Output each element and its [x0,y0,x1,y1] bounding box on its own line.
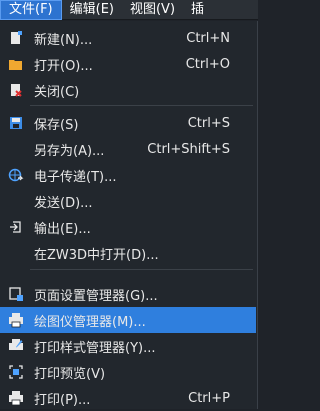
menu-item-plot-style-manager-label: 打印样式管理器(Y)... [34,340,156,356]
close-file-icon [11,84,22,97]
globe-icon [8,168,24,182]
menu-item-page-setup-label: 页面设置管理器(G)... [34,288,158,304]
menu-item-save[interactable]: 保存(S) Ctrl+S [0,110,256,136]
menu-bar: 文件(F) 编辑(E) 视图(V) 插 [0,0,258,20]
menu-item-send[interactable]: 发送(D)... [0,188,256,214]
menu-item-new-label: 新建(N)... [34,32,93,48]
menu-item-etransmit[interactable]: 电子传递(T)... [0,162,256,188]
menu-item-save-shortcut: Ctrl+S [187,115,230,131]
plot-style-icon [9,339,23,350]
separator [30,105,253,106]
plot-preview-icon [9,365,23,379]
menu-item-page-setup[interactable]: 页面设置管理器(G)... [0,281,256,307]
menu-item-open-in-zw3d[interactable]: 在ZW3D中打开(D)... [0,240,256,266]
printer-icon [9,391,23,406]
menu-item-plot-shortcut: Ctrl+P [188,390,230,406]
menu-item-export[interactable]: 输出(E)... [0,214,256,240]
menu-item-save-as-label: 另存为(A)... [34,143,105,159]
folder-icon [9,60,22,70]
menu-item-etransmit-label: 电子传递(T)... [34,169,117,185]
menu-item-save-as[interactable]: 另存为(A)... Ctrl+Shift+S [0,136,256,162]
page-setup-icon [9,287,23,301]
menu-file[interactable]: 文件(F) [0,0,62,20]
menu-item-new-shortcut: Ctrl+N [186,30,230,46]
plotter-icon [9,313,23,328]
menu-item-close[interactable]: 关闭(C) [0,77,256,103]
menu-item-plotter-manager-label: 绘图仪管理器(M)... [34,314,146,330]
menu-item-save-as-shortcut: Ctrl+Shift+S [147,141,230,157]
new-file-icon [11,31,22,44]
menu-item-close-label: 关闭(C) [34,84,80,100]
menu-item-plot-preview[interactable]: 打印预览(V) [0,359,256,385]
save-icon [10,117,22,129]
menu-edit[interactable]: 编辑(E) [62,0,122,20]
menu-item-open-label: 打开(O)... [34,58,93,74]
menu-item-open-shortcut: Ctrl+O [185,56,230,72]
menu-item-plotter-manager[interactable]: 绘图仪管理器(M)... [0,307,256,333]
menu-item-send-label: 发送(D)... [34,195,93,211]
menu-item-new[interactable]: 新建(N)... Ctrl+N [0,25,256,51]
menu-item-plot[interactable]: 打印(P)... Ctrl+P [0,385,256,411]
menu-item-plot-style-manager[interactable]: 打印样式管理器(Y)... [0,333,256,359]
separator [30,269,253,270]
menu-item-plot-preview-label: 打印预览(V) [34,366,106,382]
menu-item-open[interactable]: 打开(O)... Ctrl+O [0,51,256,77]
file-menu-dropdown: 新建(N)... Ctrl+N 打开(O)... Ctrl+O 关闭(C) 保存… [0,21,258,409]
menu-view[interactable]: 视图(V) [122,0,183,20]
export-icon [10,221,21,233]
menu-insert[interactable]: 插 [183,0,212,20]
menu-item-open-in-zw3d-label: 在ZW3D中打开(D)... [34,247,159,263]
menu-item-export-label: 输出(E)... [34,221,91,237]
menu-item-save-label: 保存(S) [34,117,79,133]
menu-item-plot-label: 打印(P)... [34,392,91,408]
